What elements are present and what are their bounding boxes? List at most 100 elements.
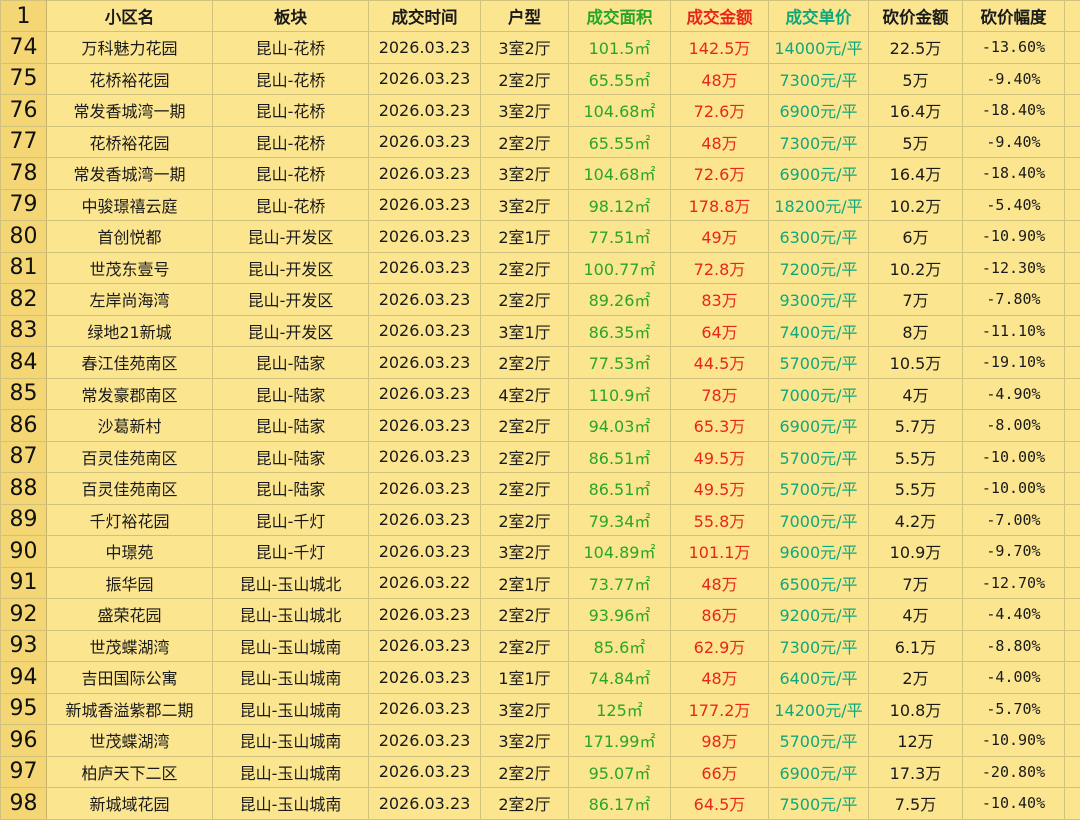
cell-layout[interactable]: 3室2厅 [481,32,569,64]
cell-size[interactable]: 73.77㎡ [569,567,671,599]
cell-amount[interactable]: 72.6万 [671,158,769,190]
cell-community[interactable]: 百灵佳苑南区 [47,441,213,473]
column-header-size[interactable]: 成交面积 [569,1,671,32]
empty-cell[interactable] [1065,252,1080,284]
cell-amount[interactable]: 65.3万 [671,410,769,442]
cell-layout[interactable]: 2室2厅 [481,756,569,788]
cell-discount-amount[interactable]: 7万 [869,284,963,316]
cell-community[interactable]: 吉田国际公寓 [47,662,213,694]
cell-size[interactable]: 86.35㎡ [569,315,671,347]
cell-district[interactable]: 昆山-开发区 [213,221,369,253]
cell-amount[interactable]: 48万 [671,567,769,599]
cell-community[interactable]: 常发豪郡南区 [47,378,213,410]
cell-discount-amount[interactable]: 5.5万 [869,473,963,505]
cell-amount[interactable]: 101.1万 [671,536,769,568]
cell-discount-amount[interactable]: 10.9万 [869,536,963,568]
cell-district[interactable]: 昆山-陆家 [213,441,369,473]
empty-cell[interactable] [1065,315,1080,347]
cell-district[interactable]: 昆山-花桥 [213,95,369,127]
cell-date[interactable]: 2026.03.23 [369,252,481,284]
cell-date[interactable]: 2026.03.23 [369,284,481,316]
cell-discount-percent[interactable]: -8.00% [963,410,1065,442]
cell-date[interactable]: 2026.03.23 [369,158,481,190]
cell-discount-percent[interactable]: -18.40% [963,158,1065,190]
row-number-cell[interactable]: 84 [1,347,47,379]
cell-amount[interactable]: 83万 [671,284,769,316]
row-number-cell[interactable]: 92 [1,599,47,631]
cell-layout[interactable]: 2室2厅 [481,126,569,158]
cell-discount-amount[interactable]: 10.8万 [869,693,963,725]
empty-cell[interactable] [1065,126,1080,158]
column-header-district[interactable]: 板块 [213,1,369,32]
empty-cell[interactable] [1065,95,1080,127]
cell-community[interactable]: 中璟苑 [47,536,213,568]
empty-cell[interactable] [1065,284,1080,316]
cell-community[interactable]: 沙葛新村 [47,410,213,442]
cell-unit-price[interactable]: 5700元/平 [769,473,869,505]
empty-cell[interactable] [1065,788,1080,820]
cell-district[interactable]: 昆山-花桥 [213,189,369,221]
row-number-cell[interactable]: 75 [1,63,47,95]
cell-size[interactable]: 65.55㎡ [569,63,671,95]
cell-discount-percent[interactable]: -10.00% [963,441,1065,473]
cell-discount-percent[interactable]: -4.90% [963,378,1065,410]
cell-district[interactable]: 昆山-玉山城南 [213,662,369,694]
column-header-unit-price[interactable]: 成交单价 [769,1,869,32]
cell-community[interactable]: 世茂蝶湖湾 [47,725,213,757]
cell-unit-price[interactable]: 6300元/平 [769,221,869,253]
cell-date[interactable]: 2026.03.23 [369,441,481,473]
cell-discount-percent[interactable]: -9.40% [963,63,1065,95]
empty-cell[interactable] [1065,536,1080,568]
cell-district[interactable]: 昆山-玉山城南 [213,788,369,820]
cell-community[interactable]: 首创悦都 [47,221,213,253]
column-header-amount[interactable]: 成交金额 [671,1,769,32]
cell-unit-price[interactable]: 7300元/平 [769,630,869,662]
cell-layout[interactable]: 2室2厅 [481,599,569,631]
cell-district[interactable]: 昆山-花桥 [213,158,369,190]
cell-discount-percent[interactable]: -7.80% [963,284,1065,316]
cell-layout[interactable]: 2室2厅 [481,504,569,536]
cell-unit-price[interactable]: 18200元/平 [769,189,869,221]
cell-size[interactable]: 100.77㎡ [569,252,671,284]
cell-size[interactable]: 74.84㎡ [569,662,671,694]
cell-district[interactable]: 昆山-千灯 [213,504,369,536]
cell-district[interactable]: 昆山-开发区 [213,284,369,316]
row-number-cell[interactable]: 94 [1,662,47,694]
cell-unit-price[interactable]: 6900元/平 [769,95,869,127]
cell-discount-amount[interactable]: 4万 [869,599,963,631]
empty-cell[interactable] [1065,63,1080,95]
cell-layout[interactable]: 3室2厅 [481,95,569,127]
empty-cell[interactable] [1065,32,1080,64]
empty-cell[interactable] [1065,630,1080,662]
cell-discount-amount[interactable]: 17.3万 [869,756,963,788]
cell-discount-percent[interactable]: -8.80% [963,630,1065,662]
cell-size[interactable]: 65.55㎡ [569,126,671,158]
cell-amount[interactable]: 72.8万 [671,252,769,284]
cell-community[interactable]: 中骏璟禧云庭 [47,189,213,221]
cell-discount-amount[interactable]: 12万 [869,725,963,757]
cell-district[interactable]: 昆山-玉山城南 [213,630,369,662]
cell-layout[interactable]: 3室2厅 [481,693,569,725]
cell-date[interactable]: 2026.03.23 [369,693,481,725]
row-number-cell[interactable]: 91 [1,567,47,599]
cell-amount[interactable]: 86万 [671,599,769,631]
cell-discount-percent[interactable]: -20.80% [963,756,1065,788]
column-header-layout[interactable]: 户型 [481,1,569,32]
row-number-cell[interactable]: 74 [1,32,47,64]
cell-district[interactable]: 昆山-陆家 [213,473,369,505]
row-number-cell[interactable]: 96 [1,725,47,757]
cell-unit-price[interactable]: 6900元/平 [769,756,869,788]
cell-size[interactable]: 110.9㎡ [569,378,671,410]
cell-discount-percent[interactable]: -12.30% [963,252,1065,284]
cell-district[interactable]: 昆山-开发区 [213,315,369,347]
cell-district[interactable]: 昆山-玉山城南 [213,756,369,788]
empty-cell[interactable] [1065,1,1080,32]
cell-amount[interactable]: 55.8万 [671,504,769,536]
row-number-cell[interactable]: 88 [1,473,47,505]
cell-district[interactable]: 昆山-玉山城北 [213,567,369,599]
cell-discount-amount[interactable]: 10.5万 [869,347,963,379]
cell-layout[interactable]: 2室2厅 [481,410,569,442]
column-header-discount-amount[interactable]: 砍价金额 [869,1,963,32]
cell-community[interactable]: 世茂蝶湖湾 [47,630,213,662]
cell-date[interactable]: 2026.03.22 [369,567,481,599]
